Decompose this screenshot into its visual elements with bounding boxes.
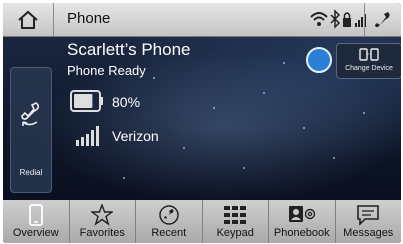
phone-device-icon bbox=[28, 204, 43, 226]
lock-icon bbox=[343, 12, 351, 27]
tab-recent[interactable]: Recent bbox=[136, 200, 203, 243]
tab-label: Recent bbox=[151, 227, 187, 239]
redial-label: Redial bbox=[19, 168, 43, 177]
tab-label: Keypad bbox=[216, 227, 254, 239]
star-icon bbox=[91, 204, 114, 226]
tab-label: Phonebook bbox=[273, 227, 330, 239]
device-name: Scarlett’s Phone bbox=[67, 40, 191, 59]
battery-percentage: 80% bbox=[112, 94, 141, 110]
tab-keypad[interactable]: Keypad bbox=[203, 200, 269, 243]
phonebook-icon bbox=[288, 206, 315, 222]
message-icon bbox=[357, 205, 380, 226]
tab-label: Messages bbox=[343, 227, 394, 239]
change-device-icon bbox=[359, 48, 379, 61]
tab-messages[interactable]: Messages bbox=[336, 200, 402, 243]
tab-label: Favorites bbox=[79, 227, 125, 239]
tab-label: Overview bbox=[12, 227, 59, 239]
bluetooth-icon bbox=[330, 9, 341, 29]
main-panel: Redial Scarlett’s Phone Phone Ready 80% … bbox=[3, 37, 401, 200]
redial-button[interactable]: Redial bbox=[10, 67, 52, 193]
phone-handset-icon bbox=[375, 11, 390, 27]
device-status: Phone Ready bbox=[67, 63, 146, 78]
wifi-icon bbox=[310, 12, 328, 26]
battery-icon bbox=[70, 90, 103, 112]
tab-phonebook[interactable]: Phonebook bbox=[269, 200, 336, 243]
cellular-signal-icon bbox=[76, 126, 99, 146]
keypad-icon bbox=[224, 206, 247, 224]
connection-status-dot bbox=[306, 47, 332, 73]
home-icon bbox=[18, 10, 38, 29]
tab-favorites[interactable]: Favorites bbox=[70, 200, 136, 243]
change-device-label: Change Device bbox=[345, 65, 393, 72]
tab-overview[interactable]: Overview bbox=[3, 200, 70, 243]
page-title: Phone bbox=[67, 10, 111, 27]
home-button[interactable] bbox=[3, 3, 54, 36]
change-device-button[interactable]: Change Device bbox=[336, 43, 401, 79]
phone-button[interactable] bbox=[364, 3, 401, 36]
bottom-tab-bar: Overview Favorites Recent Keypad Phonebo… bbox=[3, 200, 401, 243]
status-icons bbox=[309, 9, 369, 31]
carrier-name: Verizon bbox=[112, 128, 159, 144]
status-bar: Phone bbox=[3, 3, 401, 37]
recent-calls-icon bbox=[159, 205, 179, 225]
redial-icon bbox=[21, 102, 40, 126]
phone-screen: Phone Redial Scarlett’s Phone Phone Read… bbox=[3, 3, 401, 243]
